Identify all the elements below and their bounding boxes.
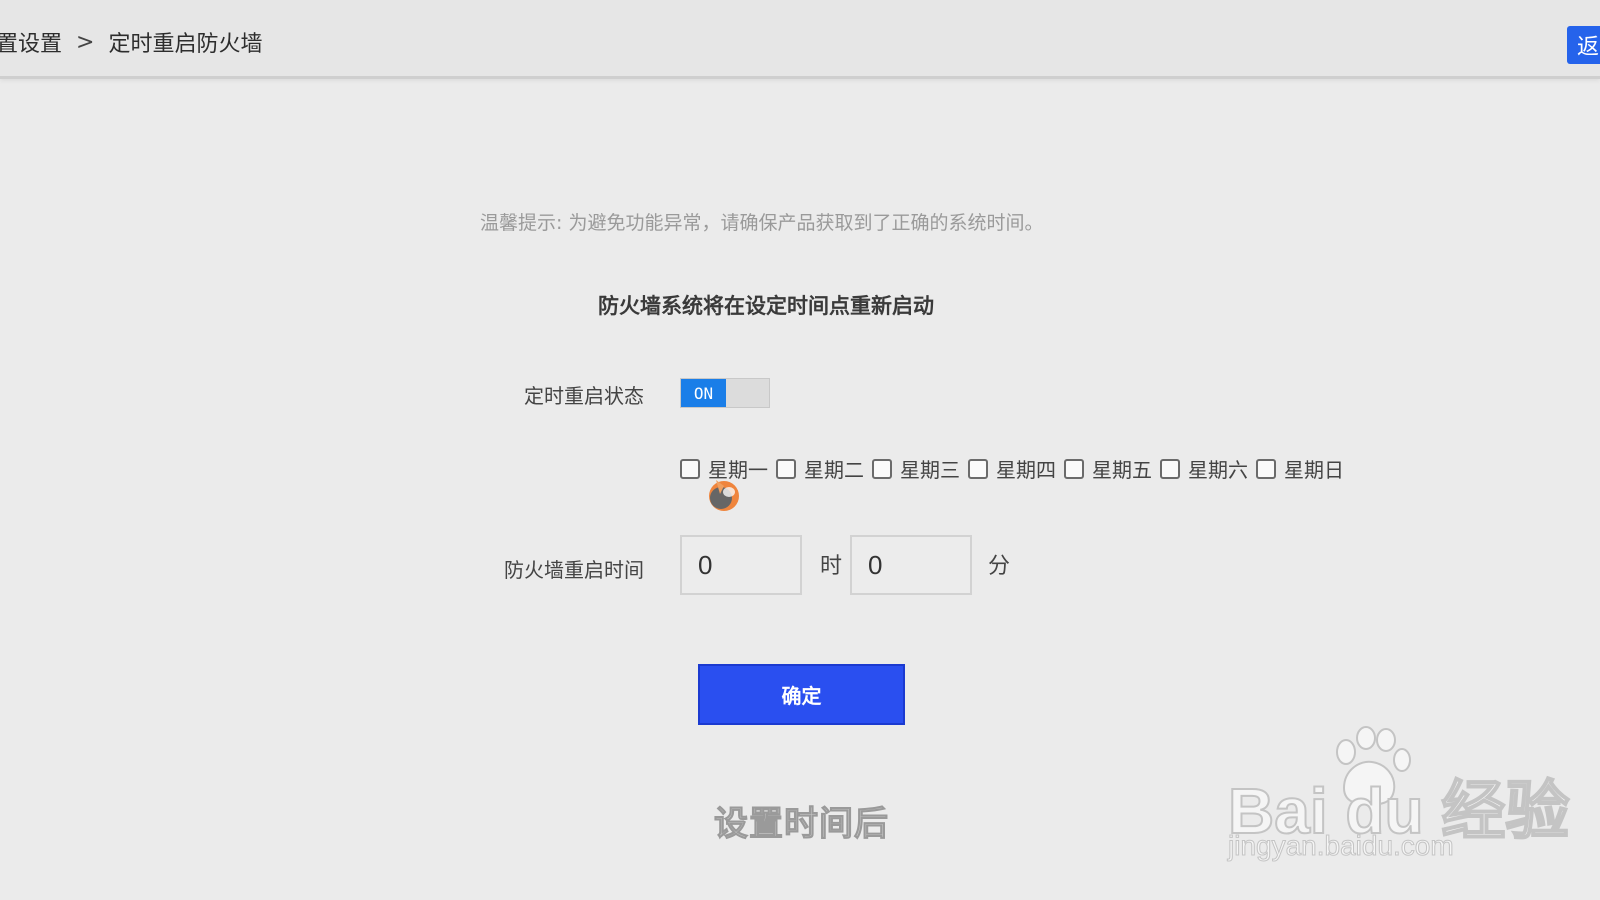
restart-time-label: 防火墙重启时间 bbox=[504, 558, 644, 582]
minute-unit-label: 分 bbox=[988, 554, 1011, 579]
toggle-on-indicator: ON bbox=[681, 379, 726, 407]
weekday-option-saturday[interactable]: 星期六 bbox=[1160, 454, 1248, 483]
weekday-checkbox-group: 星期一 星期二 星期三 星期四 星期五 星期六 星期日 bbox=[680, 454, 1352, 483]
hour-unit-label: 时 bbox=[820, 554, 843, 579]
weekday-label: 星期三 bbox=[900, 458, 960, 482]
weekday-checkbox[interactable] bbox=[1160, 458, 1180, 479]
weekday-option-friday[interactable]: 星期五 bbox=[1064, 454, 1152, 483]
warm-tip-text: 温馨提示: 为避免功能异常，请确保产品获取到了正确的系统时间。 bbox=[480, 212, 1044, 234]
weekday-option-sunday[interactable]: 星期日 bbox=[1256, 454, 1344, 483]
mouse-cursor-icon bbox=[709, 480, 739, 511]
weekday-option-wednesday[interactable]: 星期三 bbox=[872, 454, 960, 483]
weekday-checkbox[interactable] bbox=[680, 458, 700, 479]
section-heading: 防火墙系统将在设定时间点重新启动 bbox=[598, 294, 934, 318]
weekday-label: 星期五 bbox=[1092, 458, 1152, 482]
weekday-option-thursday[interactable]: 星期四 bbox=[968, 454, 1056, 483]
back-button[interactable]: 返 bbox=[1567, 26, 1600, 64]
minute-input[interactable] bbox=[850, 535, 972, 595]
breadcrumb: 置设置 > 定时重启防火墙 bbox=[0, 26, 262, 58]
weekday-label: 星期日 bbox=[1284, 458, 1344, 482]
weekday-option-tuesday[interactable]: 星期二 bbox=[776, 454, 864, 483]
baidu-jingyan-watermark: Bai du 经验 jingyan.baidu.com bbox=[1227, 726, 1570, 866]
weekday-checkbox[interactable] bbox=[776, 458, 796, 479]
restart-status-label: 定时重启状态 bbox=[524, 384, 644, 408]
weekday-label: 星期六 bbox=[1188, 458, 1248, 482]
top-bar: 置设置 > 定时重启防火墙 返 bbox=[0, 0, 1600, 79]
restart-status-toggle[interactable]: ON bbox=[680, 378, 770, 408]
weekday-checkbox[interactable] bbox=[1064, 458, 1084, 479]
weekday-checkbox[interactable] bbox=[968, 458, 988, 479]
weekday-checkbox[interactable] bbox=[1256, 458, 1276, 479]
breadcrumb-separator: > bbox=[76, 29, 95, 55]
breadcrumb-current: 定时重启防火墙 bbox=[108, 32, 263, 57]
weekday-checkbox[interactable] bbox=[872, 458, 892, 479]
breadcrumb-parent[interactable]: 置设置 bbox=[0, 26, 62, 58]
weekday-label: 星期二 bbox=[804, 458, 864, 482]
hour-input[interactable] bbox=[680, 535, 802, 595]
confirm-button[interactable]: 确定 bbox=[698, 664, 905, 725]
watermark-url-text: jingyan.baidu.com bbox=[1228, 830, 1455, 862]
video-subtitle: 设置时间后 bbox=[714, 804, 889, 845]
weekday-label: 星期四 bbox=[996, 458, 1056, 482]
